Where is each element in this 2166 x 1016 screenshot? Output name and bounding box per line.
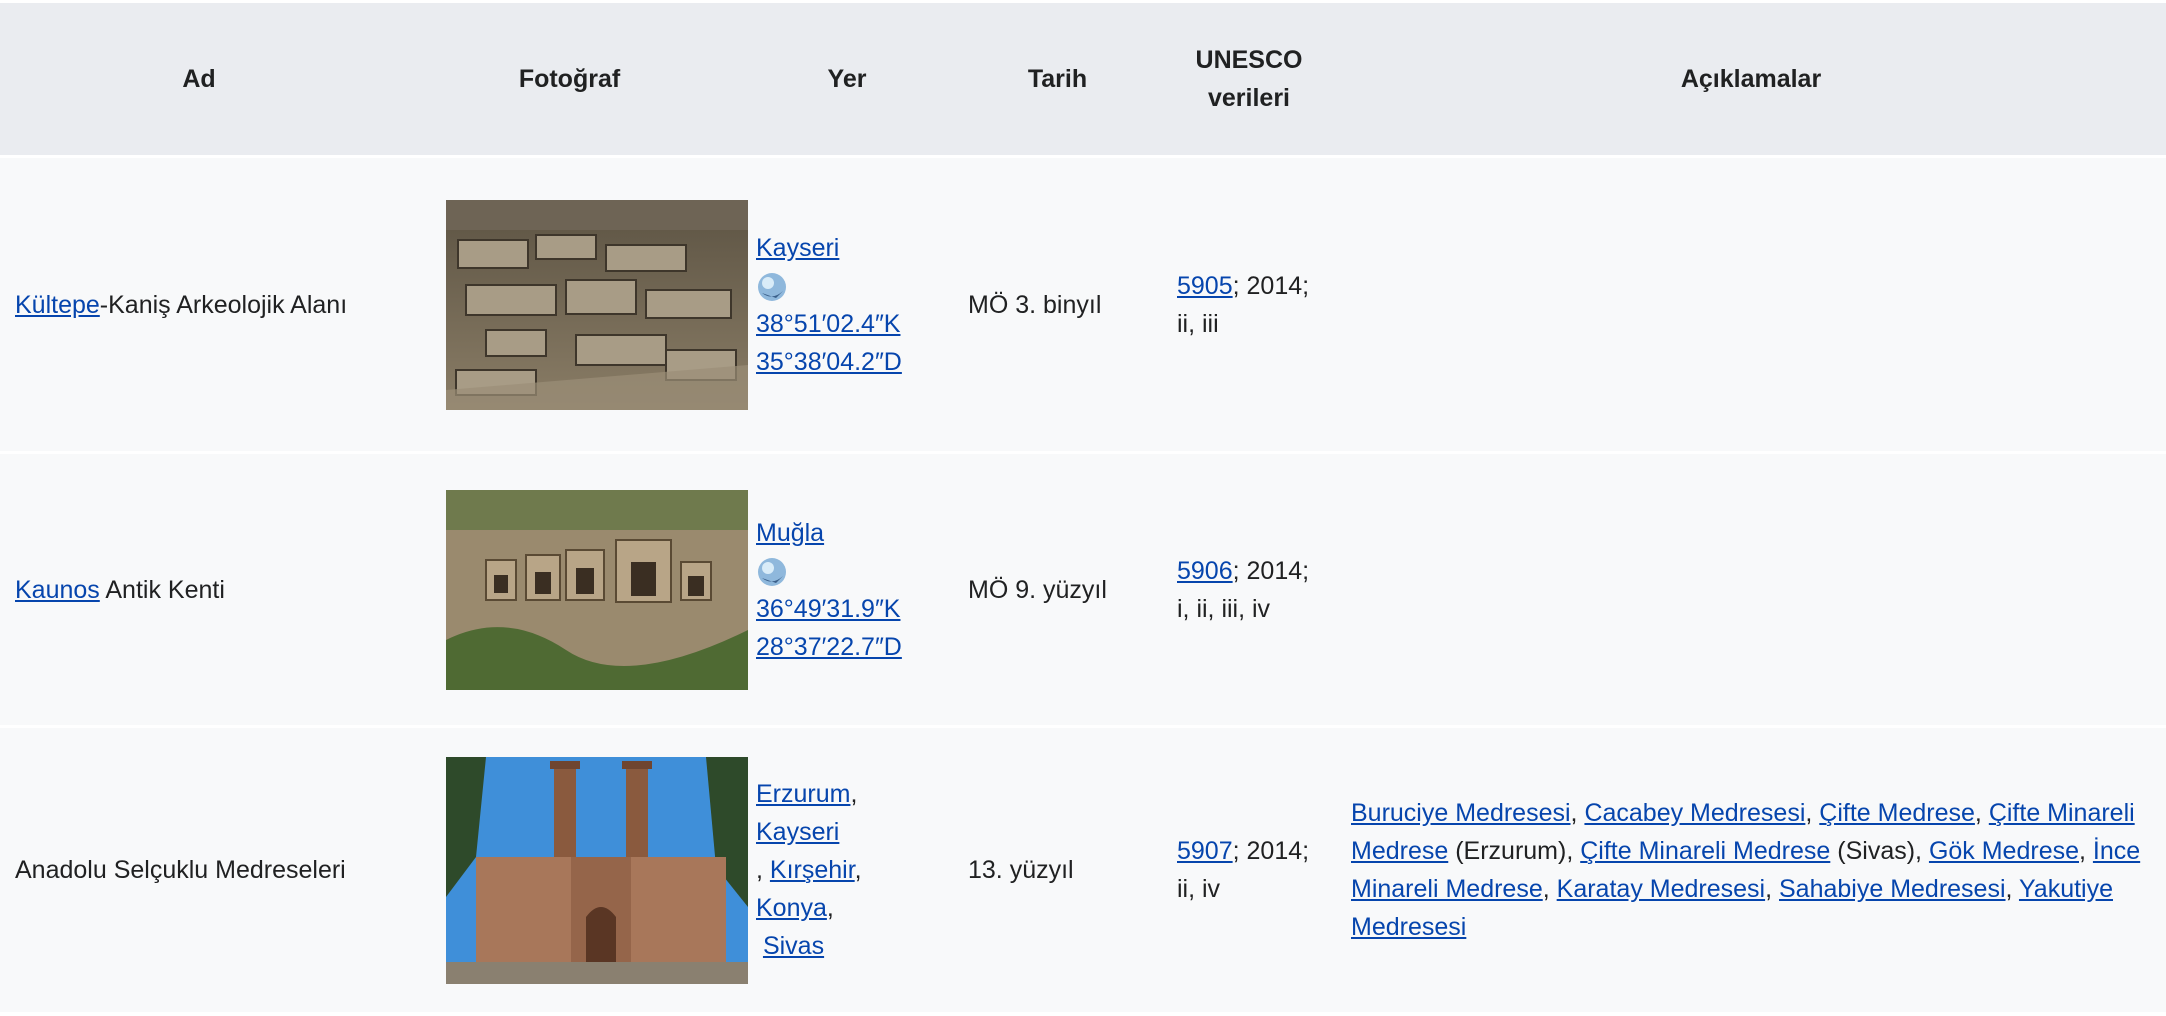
- date-cell: 13. yüzyıl: [953, 725, 1162, 1012]
- heritage-table: Ad Fotoğraf Yer Tarih UNESCO verileri Aç…: [0, 0, 2166, 1012]
- unesco-cell: 5905; 2014; ii, iii: [1162, 155, 1336, 453]
- unesco-id-link[interactable]: 5906: [1177, 557, 1233, 585]
- header-desc[interactable]: Açıklamalar: [1336, 0, 2166, 157]
- table-row: Kültepe-Kaniş Arkeolojik Alanı Kayseri 3…: [0, 155, 2166, 453]
- header-photo[interactable]: Fotoğraf: [398, 0, 741, 157]
- place-link[interactable]: Erzurum: [756, 780, 850, 808]
- globe-icon[interactable]: [756, 271, 788, 303]
- table-row: Kaunos Antik Kenti Muğla 36°49′31.9″K 28…: [0, 451, 2166, 727]
- place-link[interactable]: Konya: [756, 894, 827, 922]
- photo-cell: [398, 451, 748, 727]
- place-link[interactable]: Kayseri: [756, 234, 839, 262]
- desc-text: (Sivas),: [1830, 837, 1929, 865]
- coordinates-link[interactable]: 38°51′02.4″K 35°38′04.2″D: [756, 305, 938, 381]
- coordinates-link[interactable]: 36°49′31.9″K 28°37′22.7″D: [756, 590, 938, 666]
- description-cell: Buruciye Medresesi, Cacabey Medresesi, Ç…: [1336, 725, 2166, 1012]
- site-name-text: Antik Kenti: [99, 575, 225, 604]
- twin-minaret-madrasa-photo[interactable]: [446, 756, 748, 984]
- header-row: Ad Fotoğraf Yer Tarih UNESCO verileri Aç…: [0, 0, 2166, 157]
- date-text: MÖ 9. yüzyıl: [968, 575, 1107, 604]
- description-cell: [1336, 451, 2166, 727]
- archaeological-ruins-photo[interactable]: [446, 199, 748, 410]
- desc-link[interactable]: Çifte Medrese: [1819, 799, 1975, 827]
- location-cell: Muğla 36°49′31.9″K 28°37′22.7″D: [741, 451, 953, 727]
- desc-link[interactable]: Karatay Medresesi: [1557, 875, 1765, 903]
- photo-cell: [398, 725, 748, 1012]
- date-text: 13. yüzyıl: [968, 856, 1074, 884]
- site-name-cell: Anadolu Selçuklu Medreseleri: [0, 725, 398, 1012]
- site-name-text: -Kaniş Arkeolojik Alanı: [99, 290, 348, 319]
- desc-link[interactable]: Sahabiye Medresesi: [1779, 875, 2006, 903]
- location-cell: Erzurum, Kayseri, Kırşehir, Konya, Sivas: [741, 725, 953, 1012]
- place-link[interactable]: Kırşehir: [770, 856, 855, 884]
- desc-link[interactable]: Cacabey Medresesi: [1584, 799, 1805, 827]
- unesco-cell: 5907; 2014; ii, iv: [1162, 725, 1336, 1012]
- date-text: MÖ 3. binyıl: [968, 290, 1102, 319]
- rock-tombs-photo[interactable]: [446, 489, 748, 690]
- desc-link[interactable]: Buruciye Medresesi: [1351, 799, 1571, 827]
- desc-link[interactable]: Gök Medrese: [1929, 837, 2079, 865]
- date-cell: MÖ 9. yüzyıl: [953, 451, 1162, 727]
- place-link[interactable]: Kayseri: [756, 818, 839, 846]
- header-ad[interactable]: Ad: [0, 0, 398, 157]
- table-row: Anadolu Selçuklu Medreseleri Erzurum, Ka…: [0, 725, 2166, 1012]
- header-tarih[interactable]: Tarih: [953, 0, 1162, 157]
- place-link[interactable]: Sivas: [763, 932, 824, 960]
- location-cell: Kayseri 38°51′02.4″K 35°38′04.2″D: [741, 155, 953, 453]
- site-name-cell: Kültepe-Kaniş Arkeolojik Alanı: [0, 155, 398, 453]
- place-link[interactable]: Muğla: [756, 519, 824, 547]
- site-name-cell: Kaunos Antik Kenti: [0, 451, 398, 727]
- site-name-link[interactable]: Kaunos: [15, 576, 100, 604]
- unesco-cell: 5906; 2014; i, ii, iii, iv: [1162, 451, 1336, 727]
- site-name-text: Anadolu Selçuklu Medreseleri: [15, 856, 346, 884]
- unesco-id-link[interactable]: 5905: [1177, 272, 1233, 300]
- unesco-id-link[interactable]: 5907: [1177, 837, 1233, 865]
- header-yer[interactable]: Yer: [741, 0, 953, 157]
- photo-cell: [398, 155, 748, 453]
- description-cell: [1336, 155, 2166, 453]
- desc-text: (Erzurum),: [1448, 837, 1581, 865]
- site-name-link[interactable]: Kültepe: [15, 291, 100, 319]
- globe-icon[interactable]: [756, 556, 788, 588]
- date-cell: MÖ 3. binyıl: [953, 155, 1162, 453]
- header-unesco[interactable]: UNESCO verileri: [1162, 0, 1336, 157]
- desc-link[interactable]: Çifte Minareli Medrese: [1580, 837, 1830, 865]
